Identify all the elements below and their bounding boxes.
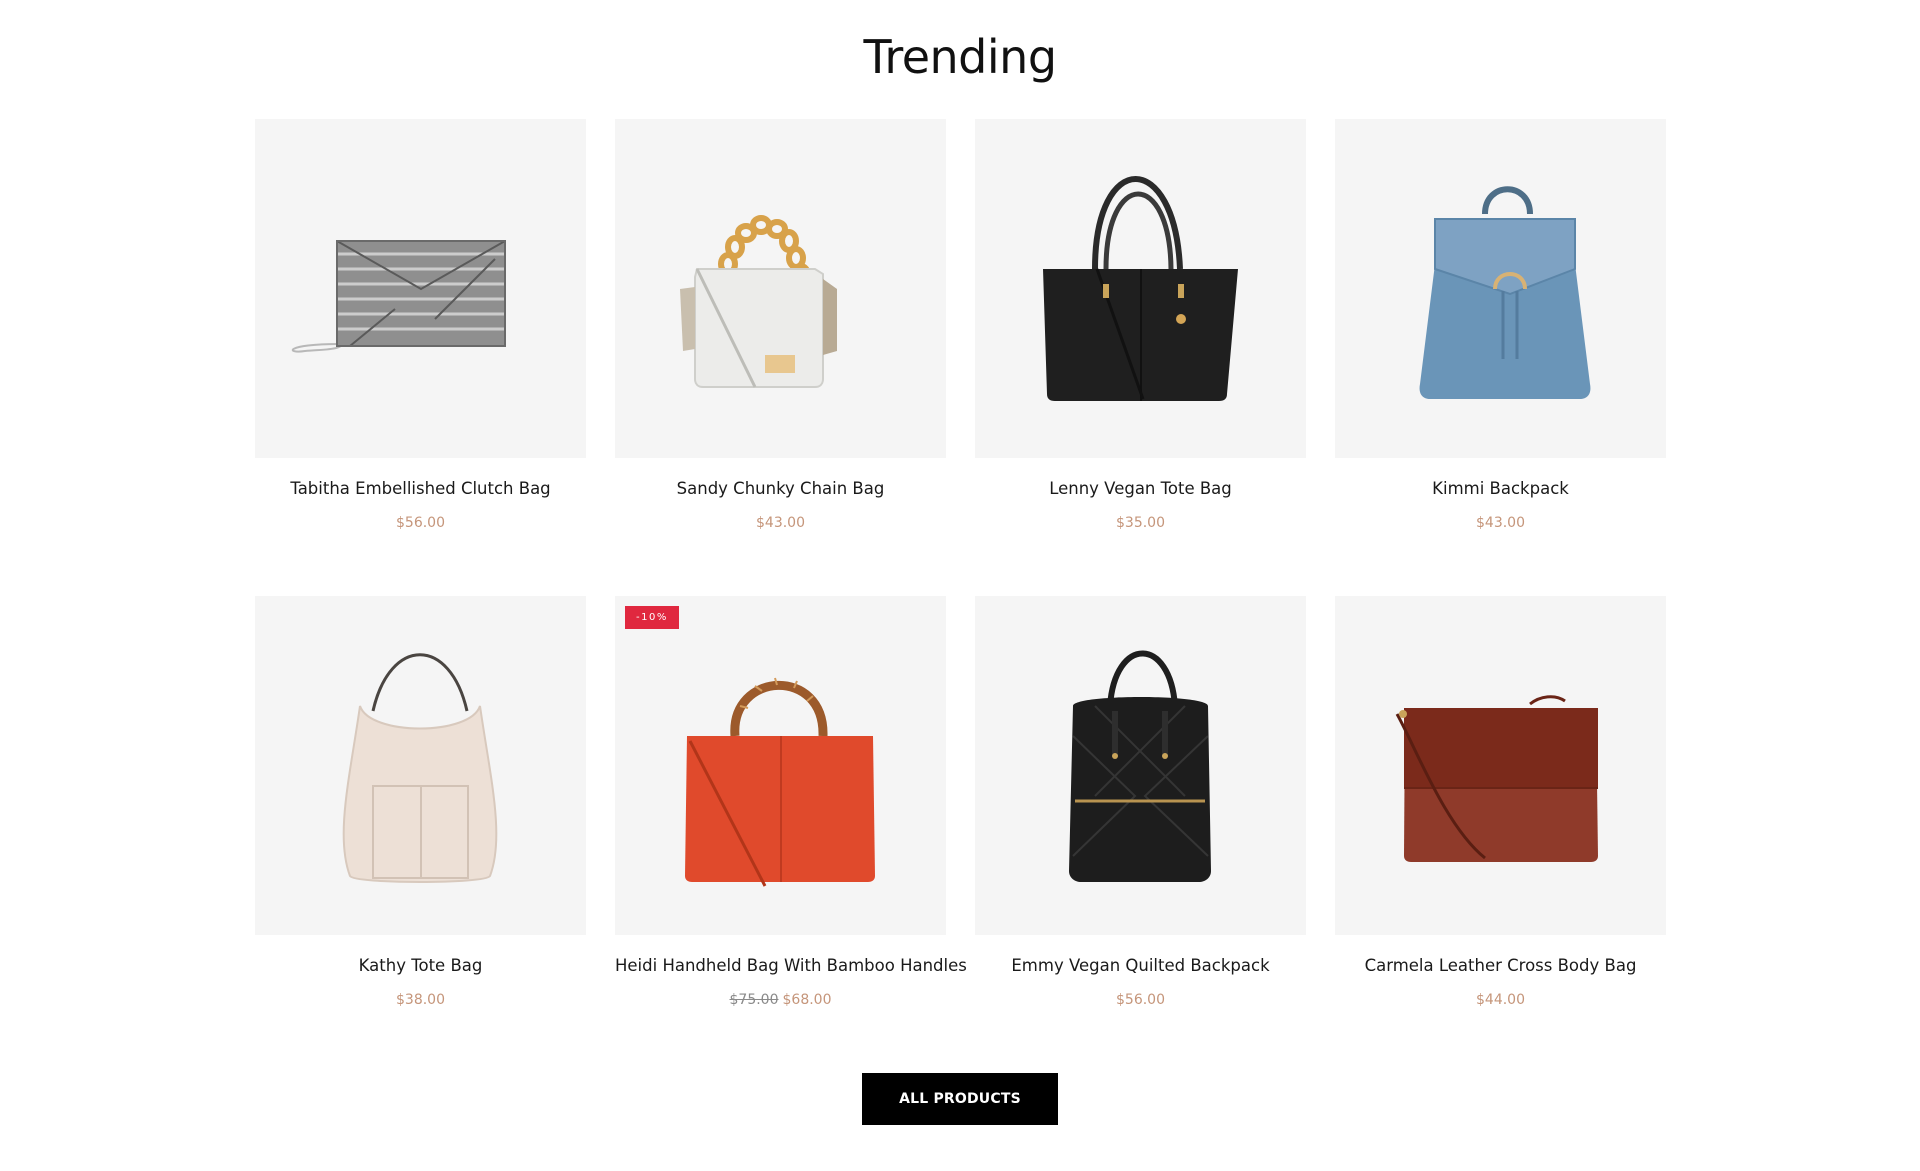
original-price: $75.00	[729, 992, 779, 1008]
bamboo-handle-bag-icon	[685, 677, 875, 887]
product-card[interactable]: Tabitha Embellished Clutch Bag $56.00	[255, 119, 586, 531]
product-image[interactable]	[975, 596, 1306, 935]
hobo-tote-icon	[342, 653, 498, 883]
product-name[interactable]: Heidi Handheld Bag With Bamboo Handles	[615, 956, 967, 975]
quilted-backpack-icon	[1069, 650, 1211, 882]
price-value: $43.00	[1476, 515, 1525, 531]
product-card[interactable]: Kathy Tote Bag $38.00	[255, 596, 586, 1008]
product-image[interactable]	[1335, 596, 1666, 935]
product-price: $43.00	[1335, 515, 1666, 531]
product-image[interactable]	[255, 119, 586, 458]
tote-bag-icon	[1043, 176, 1238, 401]
product-image[interactable]	[255, 596, 586, 935]
price-value: $44.00	[1476, 992, 1525, 1008]
product-price: $35.00	[975, 515, 1306, 531]
clutch-bag-icon	[291, 240, 506, 353]
product-price: $75.00 $68.00	[615, 992, 946, 1008]
cross-body-bag-icon	[1395, 695, 1598, 862]
product-price: $38.00	[255, 992, 586, 1008]
product-price: $44.00	[1335, 992, 1666, 1008]
product-card[interactable]: Emmy Vegan Quilted Backpack $56.00	[975, 596, 1306, 1008]
price-value: $35.00	[1116, 515, 1165, 531]
product-image[interactable]	[615, 119, 946, 458]
price-value: $56.00	[1116, 992, 1165, 1008]
backpack-icon	[1419, 186, 1591, 399]
product-card[interactable]: Carmela Leather Cross Body Bag $44.00	[1335, 596, 1666, 1008]
chain-bag-icon	[680, 215, 837, 388]
product-name[interactable]: Lenny Vegan Tote Bag	[975, 479, 1306, 498]
product-name[interactable]: Emmy Vegan Quilted Backpack	[975, 956, 1306, 975]
sale-price: $68.00	[782, 992, 832, 1008]
product-price: $56.00	[255, 515, 586, 531]
product-card[interactable]: Kimmi Backpack $43.00	[1335, 119, 1666, 531]
product-image[interactable]: -10%	[615, 596, 946, 935]
product-image[interactable]	[1335, 119, 1666, 458]
price-value: $43.00	[756, 515, 805, 531]
product-card[interactable]: Lenny Vegan Tote Bag $35.00	[975, 119, 1306, 531]
product-card[interactable]: Sandy Chunky Chain Bag $43.00	[615, 119, 946, 531]
product-card[interactable]: -10% Heidi Handheld Bag With Bamboo Hand…	[615, 596, 967, 1008]
product-name[interactable]: Tabitha Embellished Clutch Bag	[255, 479, 586, 498]
price-value: $38.00	[396, 992, 445, 1008]
product-price: $56.00	[975, 992, 1306, 1008]
product-name[interactable]: Kathy Tote Bag	[255, 956, 586, 975]
all-products-button[interactable]: ALL PRODUCTS	[862, 1073, 1058, 1125]
price-value: $56.00	[396, 515, 445, 531]
product-name[interactable]: Kimmi Backpack	[1335, 479, 1666, 498]
section-title: Trending	[863, 30, 1057, 84]
product-price: $43.00	[615, 515, 946, 531]
product-name[interactable]: Carmela Leather Cross Body Bag	[1335, 956, 1666, 975]
product-name[interactable]: Sandy Chunky Chain Bag	[615, 479, 946, 498]
product-image[interactable]	[975, 119, 1306, 458]
